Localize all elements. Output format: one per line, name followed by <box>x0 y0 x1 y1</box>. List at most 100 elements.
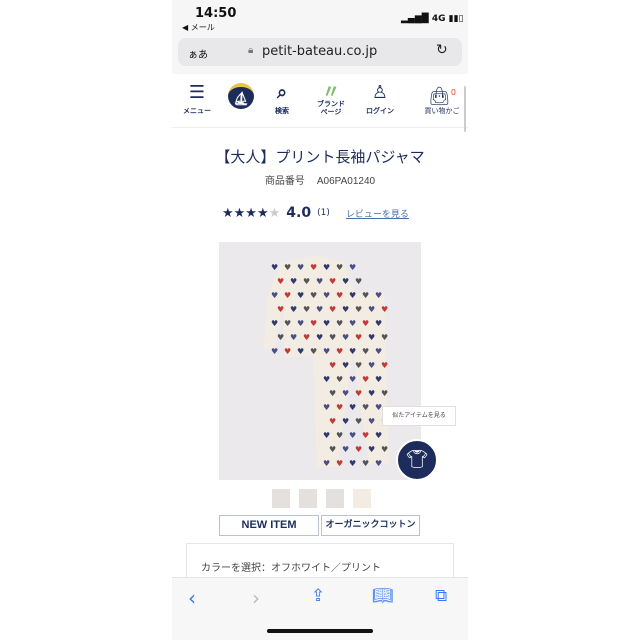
heart-print: ♥ <box>368 333 375 342</box>
heart-print: ♥ <box>336 347 343 356</box>
heart-print: ♥ <box>303 277 310 286</box>
heart-print: ♥ <box>375 431 382 440</box>
review-link[interactable]: レビューを見る <box>346 207 409 220</box>
battery-icon: ▮▮▯ <box>448 14 464 24</box>
heart-print: ♥ <box>355 277 362 286</box>
heart-print: ♥ <box>349 347 356 356</box>
heart-print: ♥ <box>355 361 362 370</box>
similar-items-tooltip: 似たアイテムを見る <box>382 406 456 426</box>
address-bar[interactable]: ぁあ 🔒︎ petit-bateau.co.jp ↻ <box>178 38 462 66</box>
heart-print: ♥ <box>368 389 375 398</box>
heart-print: ♥ <box>290 333 297 342</box>
forward-icon[interactable]: › <box>252 586 260 610</box>
heart-print: ♥ <box>284 319 291 328</box>
heart-print: ♥ <box>375 459 382 468</box>
reload-icon[interactable]: ↻ <box>436 42 448 58</box>
heart-print: ♥ <box>381 445 388 454</box>
share-icon[interactable]: ⇪ <box>311 586 325 606</box>
tag-new-item[interactable]: NEW ITEM <box>219 515 319 536</box>
heart-print: ♥ <box>329 305 336 314</box>
heart-print: ♥ <box>316 333 323 342</box>
heart-print: ♥ <box>336 403 343 412</box>
heart-print: ♥ <box>375 291 382 300</box>
rating: ★★★★★ 4.0 (1) レビューを見る <box>222 205 409 221</box>
heart-print: ♥ <box>362 319 369 328</box>
phone-screen: 14:50 ◀ メール ▂▄▆█ 4G ▮▮▯ ぁあ 🔒︎ petit-bate… <box>172 0 468 640</box>
heart-print: ♥ <box>316 277 323 286</box>
heart-print: ♥ <box>329 445 336 454</box>
scrollbar[interactable] <box>464 86 466 132</box>
heart-print: ♥ <box>310 263 317 272</box>
heart-print: ♥ <box>323 347 330 356</box>
heart-print: ♥ <box>271 347 278 356</box>
shirt-icon: 👕︎ <box>405 449 429 470</box>
text-size-button[interactable]: ぁあ <box>188 46 208 61</box>
heart-print: ♥ <box>284 347 291 356</box>
heart-print: ♥ <box>355 445 362 454</box>
heart-print: ♥ <box>303 305 310 314</box>
tabs-icon[interactable]: ⧉ <box>435 586 447 606</box>
heart-print: ♥ <box>368 417 375 426</box>
thumbnail[interactable] <box>272 489 290 508</box>
heart-print: ♥ <box>336 263 343 272</box>
heart-print: ♥ <box>290 305 297 314</box>
thumbnail[interactable] <box>353 489 371 508</box>
bag-icon: 👜︎0 <box>428 86 456 107</box>
heart-print: ♥ <box>362 347 369 356</box>
heart-print: ♥ <box>342 417 349 426</box>
heart-print: ♥ <box>271 291 278 300</box>
user-icon: ♙ <box>371 82 389 103</box>
brand-page-button[interactable]: 〃ブランド ページ <box>306 78 356 128</box>
thumbnail[interactable] <box>326 489 344 508</box>
heart-print: ♥ <box>349 263 356 272</box>
heart-print: ♥ <box>342 305 349 314</box>
heart-print: ♥ <box>362 403 369 412</box>
product-image[interactable]: ♥ ♥ ♥ ♥ ♥ ♥ ♥ ♥ ♥ ♥ ♥ ♥ ♥ ♥ ♥ ♥ ♥ ♥ ♥ ♥ ♥ ♥ ♥ ♥ ♥ ♥ ♥ ♥ ♥ ♥ ♥ ♥ ♥ ♥ ♥ ♥ ♥ ♥ ♥ ♥… <box>219 242 421 480</box>
heart-print: ♥ <box>271 263 278 272</box>
bookmarks-icon[interactable]: 📖︎ <box>372 586 394 606</box>
heart-print: ♥ <box>342 277 349 286</box>
back-icon[interactable]: ‹ <box>188 586 196 610</box>
hamburger-icon: ☰ <box>188 82 206 103</box>
heart-print: ♥ <box>336 375 343 384</box>
similar-items-button[interactable]: 👕︎ <box>396 439 438 481</box>
review-count: (1) <box>317 208 330 218</box>
heart-print: ♥ <box>336 291 343 300</box>
rating-score: 4.0 <box>286 205 312 221</box>
status-bar: 14:50 ◀ メール ▂▄▆█ 4G ▮▮▯ ぁあ 🔒︎ petit-bate… <box>172 0 468 74</box>
heart-print: ♥ <box>290 277 297 286</box>
heart-print: ♥ <box>297 347 304 356</box>
heart-print: ♥ <box>303 333 310 342</box>
heart-print: ♥ <box>277 277 284 286</box>
tag-organic-cotton[interactable]: オーガニックコットン <box>321 515 420 536</box>
heart-print: ♥ <box>323 263 330 272</box>
heart-print: ♥ <box>355 305 362 314</box>
heart-print: ♥ <box>342 445 349 454</box>
heart-print: ♥ <box>349 459 356 468</box>
heart-print: ♥ <box>375 319 382 328</box>
thumbnail[interactable] <box>299 489 317 508</box>
site-header: ☰ メニュー ⛵︎ ⌕ 検索 〃ブランド ページ ♙ ログイン 👜︎0 買い物かご <box>172 78 468 128</box>
heart-print: ♥ <box>342 389 349 398</box>
heart-print: ♥ <box>297 319 304 328</box>
menu-button[interactable]: ☰ メニュー <box>172 78 222 128</box>
heart-print: ♥ <box>329 361 336 370</box>
heart-print: ♥ <box>355 389 362 398</box>
search-button[interactable]: ⌕ 検索 <box>257 78 307 128</box>
heart-print: ♥ <box>375 375 382 384</box>
heart-print: ♥ <box>375 347 382 356</box>
heart-print: ♥ <box>381 305 388 314</box>
cart-button[interactable]: 👜︎0 買い物かご <box>416 78 468 128</box>
heart-print: ♥ <box>277 333 284 342</box>
heart-print: ♥ <box>329 277 336 286</box>
back-to-app[interactable]: ◀ メール <box>182 22 215 33</box>
color-label: カラーを選択：オフホワイト／プリント <box>201 563 381 574</box>
heart-print: ♥ <box>323 291 330 300</box>
heart-print: ♥ <box>362 459 369 468</box>
heart-print: ♥ <box>381 361 388 370</box>
heart-print: ♥ <box>329 389 336 398</box>
heart-print: ♥ <box>316 305 323 314</box>
heart-print: ♥ <box>349 319 356 328</box>
login-button[interactable]: ♙ ログイン <box>355 78 405 128</box>
lock-icon: 🔒︎ <box>248 45 254 56</box>
